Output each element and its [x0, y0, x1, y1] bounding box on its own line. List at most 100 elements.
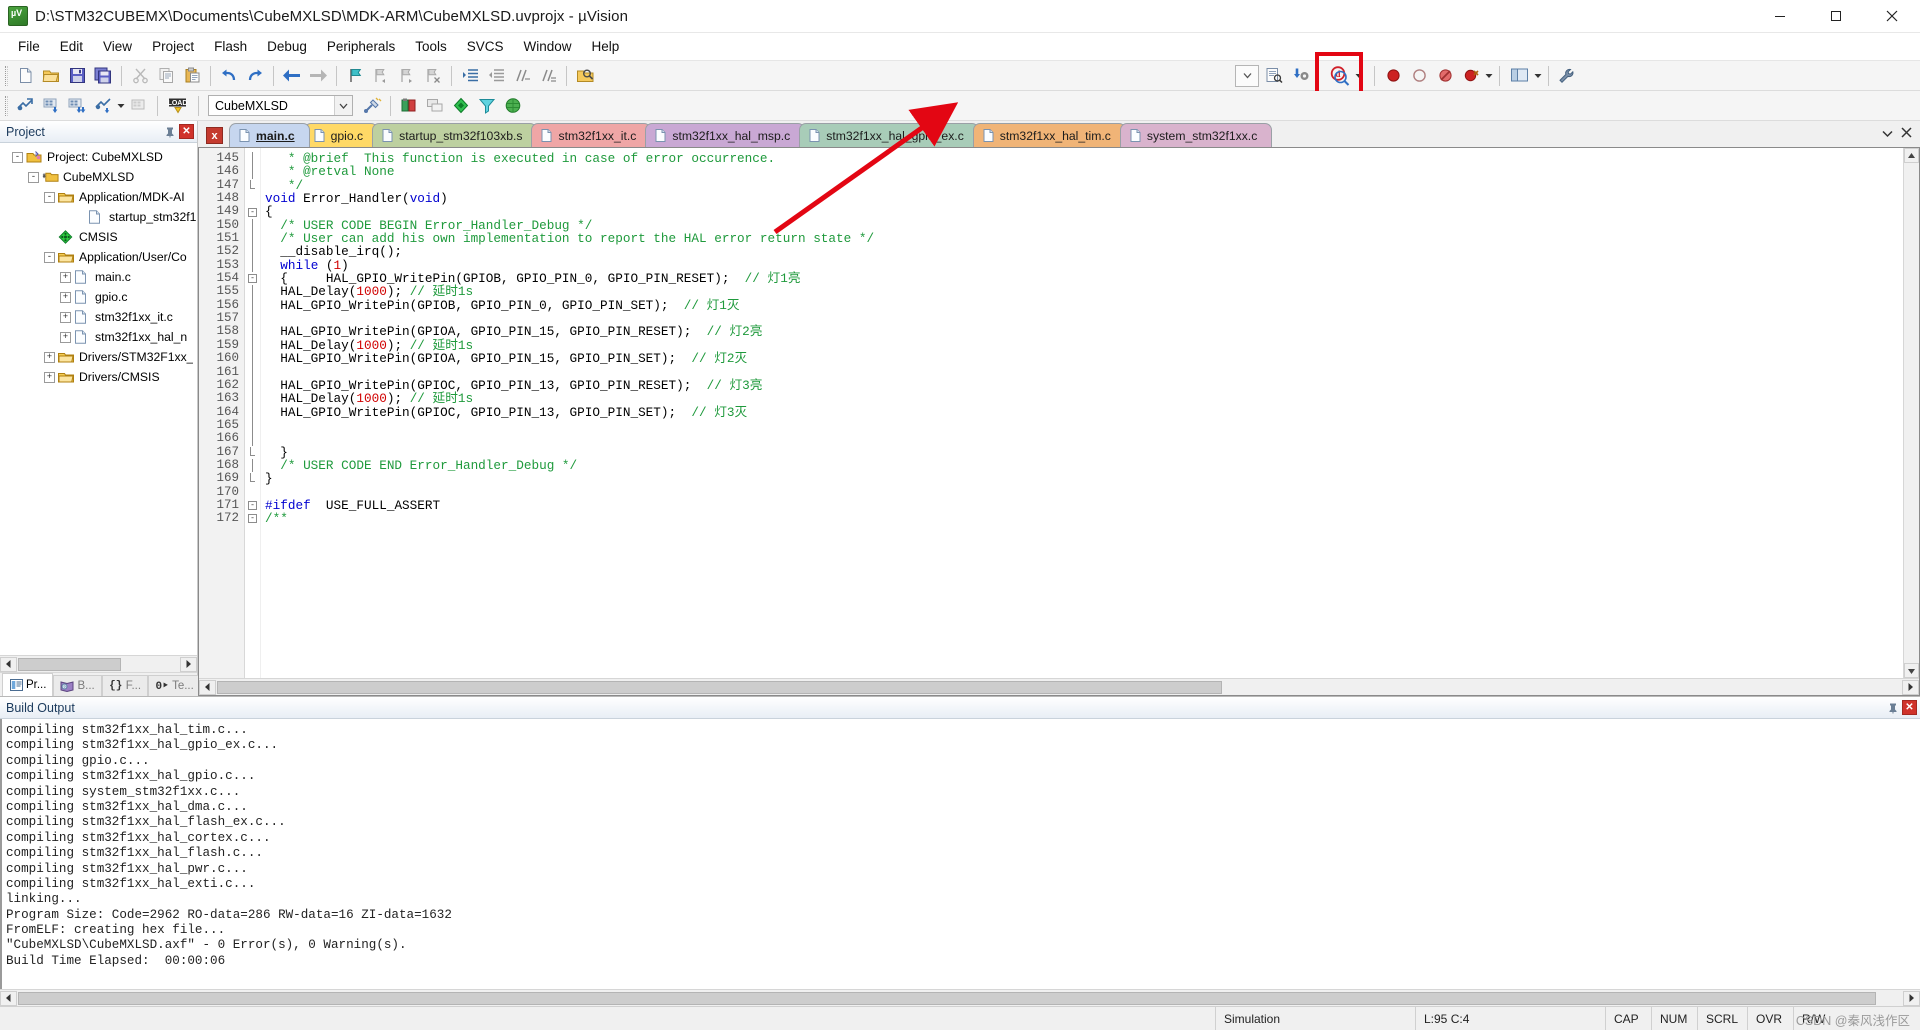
expander-toggle[interactable]: -: [44, 191, 55, 203]
code-line[interactable]: /**: [261, 512, 1903, 525]
expander-toggle[interactable]: +: [60, 271, 71, 283]
tree-node-target[interactable]: - CubeMXLSD: [0, 167, 197, 187]
breakpoint-dropdown-caret[interactable]: [1484, 73, 1494, 79]
code-line[interactable]: HAL_Delay(1000); // 延时1s: [261, 339, 1903, 352]
fold-marker[interactable]: [245, 338, 260, 353]
stop-build-icon[interactable]: [126, 94, 152, 118]
editor-tab-it-c[interactable]: stm32f1xx_it.c: [531, 123, 652, 147]
tree-node-group-drivers-stm32[interactable]: + Drivers/STM32F1xx_: [0, 347, 197, 367]
fold-marker[interactable]: [245, 218, 260, 233]
menu-flash[interactable]: Flash: [204, 35, 257, 58]
scroll-left-arrow[interactable]: [199, 679, 216, 695]
navigate-back-icon[interactable]: [279, 64, 305, 88]
maximize-button[interactable]: [1808, 0, 1864, 33]
tree-node-file[interactable]: startup_stm32f1: [0, 207, 197, 227]
chevron-down-icon[interactable]: [334, 96, 352, 115]
tree-node-file-main[interactable]: + main.c: [0, 267, 197, 287]
comment-icon[interactable]: [509, 64, 535, 88]
code-line[interactable]: HAL_GPIO_WritePin(GPIOB, GPIO_PIN_0, GPI…: [261, 299, 1903, 312]
new-file-icon[interactable]: [12, 64, 38, 88]
manage-project-items-icon[interactable]: [396, 94, 422, 118]
close-icon[interactable]: x: [206, 127, 223, 144]
find-in-files-icon[interactable]: [572, 64, 598, 88]
fold-marker[interactable]: [245, 405, 260, 419]
code-line[interactable]: [261, 432, 1903, 445]
manage-rte-icon[interactable]: [474, 94, 500, 118]
code-line[interactable]: HAL_GPIO_WritePin(GPIOA, GPIO_PIN_15, GP…: [261, 325, 1903, 338]
editor-tab-hal-gpio-ex-c[interactable]: stm32f1xx_hal_gpio_ex.c: [799, 123, 979, 147]
tree-node-group[interactable]: - Application/MDK-AI: [0, 187, 197, 207]
fold-marker[interactable]: [245, 152, 260, 166]
code-line[interactable]: * @retval None: [261, 165, 1903, 178]
fold-marker[interactable]: [245, 486, 260, 499]
project-horizontal-scrollbar[interactable]: [0, 655, 197, 672]
scroll-left-arrow[interactable]: [0, 656, 17, 672]
scroll-thumb[interactable]: [217, 680, 1222, 694]
tree-node-file-gpio[interactable]: + gpio.c: [0, 287, 197, 307]
navigate-forward-icon[interactable]: [305, 64, 331, 88]
expander-toggle[interactable]: +: [60, 331, 71, 343]
expander-toggle[interactable]: -: [44, 251, 55, 263]
code-line[interactable]: }: [261, 472, 1903, 485]
redo-icon[interactable]: [242, 64, 268, 88]
fold-marker[interactable]: [245, 285, 260, 299]
tree-node-group[interactable]: - Application/User/Co: [0, 247, 197, 267]
editor-tab-main-c[interactable]: main.c: [229, 123, 310, 147]
menu-peripherals[interactable]: Peripherals: [317, 35, 405, 58]
scroll-right-arrow[interactable]: [1902, 679, 1919, 695]
pin-icon[interactable]: [162, 124, 177, 139]
window-layout-icon[interactable]: [1505, 64, 1533, 88]
editor-tab-system-c[interactable]: system_stm32f1xx.c: [1119, 123, 1273, 147]
bookmark-prev-icon[interactable]: [368, 64, 394, 88]
scroll-thumb[interactable]: [18, 991, 1876, 1005]
fold-marker[interactable]: [245, 472, 260, 485]
panel-tab-books[interactable]: ? B...: [53, 675, 102, 696]
fold-marker[interactable]: -: [245, 512, 260, 525]
disable-all-breakpoints-icon[interactable]: [1432, 64, 1458, 88]
save-all-icon[interactable]: [90, 64, 116, 88]
search-history-dropdown[interactable]: [1235, 64, 1259, 87]
download-icon[interactable]: LOAD: [163, 94, 193, 118]
fold-marker[interactable]: [245, 418, 260, 433]
code-line[interactable]: /* USER CODE END Error_Handler_Debug */: [261, 459, 1903, 472]
pack-installer-icon[interactable]: [448, 94, 474, 118]
scroll-down-arrow[interactable]: [1904, 663, 1919, 678]
menu-project[interactable]: Project: [142, 35, 204, 58]
layout-dropdown-caret[interactable]: [1533, 73, 1543, 79]
open-file-icon[interactable]: [38, 64, 64, 88]
fold-marker[interactable]: -: [245, 205, 260, 218]
fold-marker[interactable]: -: [245, 499, 260, 512]
indent-icon[interactable]: [457, 64, 483, 88]
tree-node-cmsis[interactable]: CMSIS: [0, 227, 197, 247]
fold-marker[interactable]: [245, 446, 260, 459]
translate-icon[interactable]: [12, 94, 38, 118]
search-list-icon[interactable]: [1261, 64, 1287, 88]
code-line[interactable]: HAL_GPIO_WritePin(GPIOA, GPIO_PIN_15, GP…: [261, 352, 1903, 365]
build-icon[interactable]: [38, 94, 64, 118]
expander-toggle[interactable]: +: [60, 311, 71, 323]
menu-tools[interactable]: Tools: [405, 35, 457, 58]
copy-icon[interactable]: [153, 64, 179, 88]
code-line[interactable]: __disable_irq();: [261, 245, 1903, 258]
scroll-right-arrow[interactable]: [1903, 990, 1920, 1006]
editor-vertical-scrollbar[interactable]: [1903, 148, 1919, 678]
start-debug-icon[interactable]: d: [1324, 62, 1354, 90]
menu-svcs[interactable]: SVCS: [457, 35, 514, 58]
scroll-left-arrow[interactable]: [0, 990, 17, 1006]
bookmark-next-icon[interactable]: [394, 64, 420, 88]
fold-marker[interactable]: [245, 325, 260, 339]
menu-file[interactable]: File: [8, 35, 50, 58]
scroll-right-arrow[interactable]: [180, 656, 197, 672]
code-line[interactable]: [261, 419, 1903, 432]
editor-horizontal-scrollbar[interactable]: [199, 678, 1919, 695]
fold-marker[interactable]: [245, 232, 260, 246]
fold-marker[interactable]: [245, 298, 260, 313]
fold-marker[interactable]: [245, 352, 260, 366]
code-line[interactable]: HAL_GPIO_WritePin(GPIOC, GPIO_PIN_13, GP…: [261, 405, 1903, 419]
disable-breakpoint-icon[interactable]: [1406, 64, 1432, 88]
tree-node-file-it[interactable]: + stm32f1xx_it.c: [0, 307, 197, 327]
save-icon[interactable]: [64, 64, 90, 88]
code-line[interactable]: HAL_GPIO_WritePin(GPIOC, GPIO_PIN_13, GP…: [261, 379, 1903, 392]
code-line[interactable]: #ifdef USE_FULL_ASSERT: [261, 499, 1903, 512]
build-dropdown-caret[interactable]: [116, 103, 126, 109]
